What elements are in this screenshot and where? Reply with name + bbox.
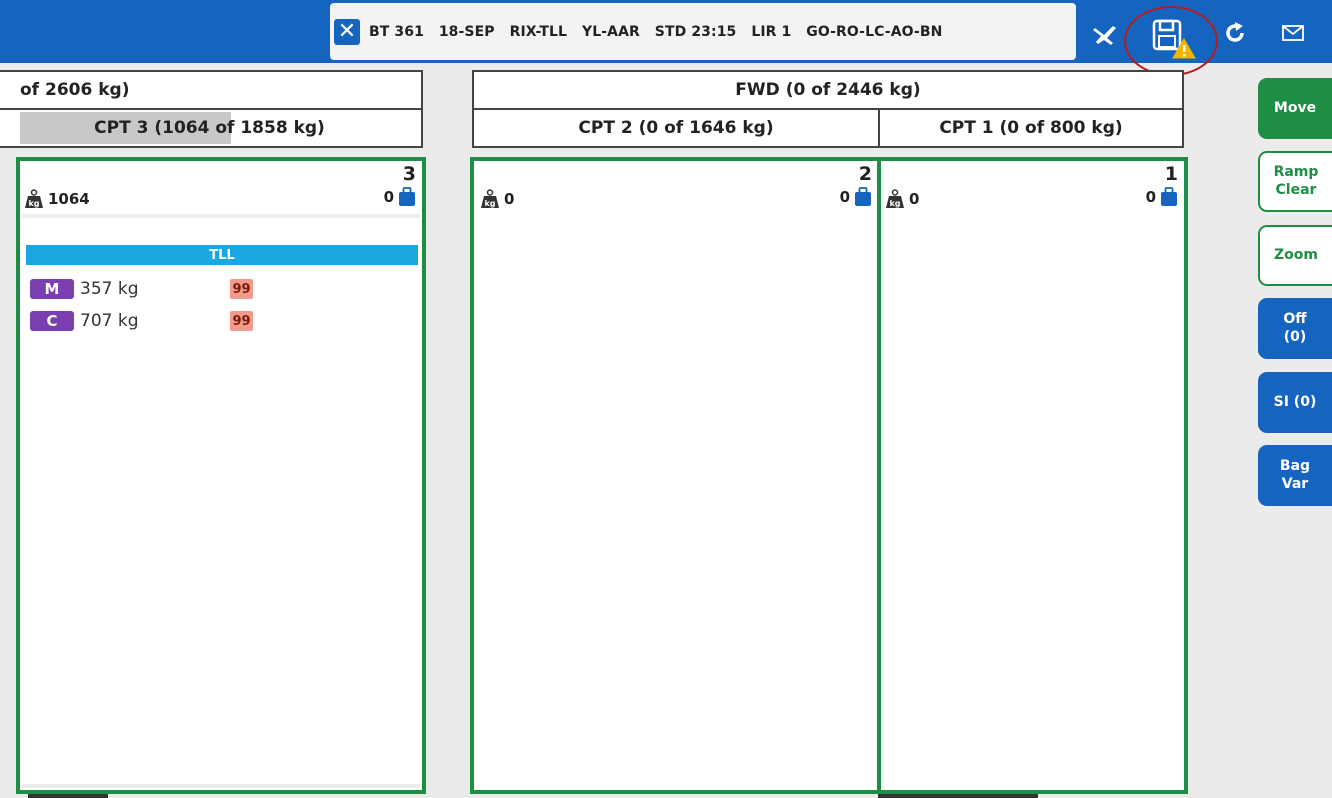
weight-icon: kg [481, 189, 499, 208]
svg-text:kg: kg [484, 199, 495, 208]
cpt1-header: CPT 1 (0 of 800 kg) [878, 108, 1184, 148]
zoom-button[interactable]: Zoom [1258, 225, 1332, 286]
bag-icon [399, 187, 415, 206]
off-label: Off (0) [1283, 311, 1307, 345]
bag-icon [855, 187, 871, 206]
cpt3-label: CPT 3 (1064 of 1858 kg) [94, 118, 325, 138]
weight-value: 1064 [48, 190, 90, 208]
compartment-weight: kg 0 [480, 189, 514, 209]
cpt3-header: CPT 3 (1064 of 1858 kg) [0, 108, 423, 148]
compartment-3[interactable]: 3 kg 1064 0 TLL M 357 kg 99 C 707 kg 99 [16, 157, 426, 794]
bag-count: 0 [383, 188, 394, 206]
load-type-badge: C [30, 311, 74, 331]
compartment-weight: kg 1064 [24, 189, 90, 209]
compartment-2[interactable]: 2 kg 0 0 [470, 157, 882, 794]
cpt2-header: CPT 2 (0 of 1646 kg) [472, 108, 880, 148]
load-row[interactable]: M 357 kg 99 [30, 277, 330, 301]
compartment-weight: kg 0 [885, 189, 919, 209]
compartment-bags: 0 [384, 187, 416, 207]
bottom-strip [28, 794, 108, 798]
pieces-badge: 99 [230, 311, 253, 331]
weight-value: 0 [909, 190, 920, 208]
bag-count: 0 [1145, 188, 1156, 206]
cpt2-label: CPT 2 (0 of 1646 kg) [578, 118, 774, 138]
divider [22, 214, 420, 218]
si-button[interactable]: SI (0) [1258, 372, 1332, 433]
load-type-badge: M [30, 279, 74, 299]
weight-icon: kg [886, 189, 904, 208]
bottom-divider [22, 784, 420, 788]
load-weight: 707 kg [80, 311, 139, 331]
destination-bar[interactable]: TLL [26, 245, 418, 265]
move-button[interactable]: Move [1258, 78, 1332, 139]
weight-icon: kg [25, 189, 43, 208]
flight-info-text: BT 361 18-SEP RIX-TLL YL-AAR STD 23:15 L… [369, 23, 943, 40]
bag-var-button[interactable]: Bag Var [1258, 445, 1332, 506]
svg-text:kg: kg [28, 199, 39, 208]
fwd-hold-header: FWD (0 of 2446 kg) [472, 70, 1184, 110]
pieces-badge: 99 [230, 279, 253, 299]
ramp-clear-button[interactable]: Ramp Clear [1258, 151, 1332, 212]
flight-info-box: ✕ BT 361 18-SEP RIX-TLL YL-AAR STD 23:15… [330, 3, 1076, 60]
bag-icon [1161, 187, 1177, 206]
load-row[interactable]: C 707 kg 99 [30, 309, 330, 333]
compartment-number: 3 [402, 163, 416, 185]
compartment-bags: 0 [1146, 187, 1178, 207]
refresh-icon[interactable] [1220, 18, 1250, 48]
svg-text:kg: kg [889, 199, 900, 208]
aft-hold-header: of 2606 kg) [0, 70, 423, 110]
bottom-strip [878, 794, 1038, 798]
aft-hold-label: of 2606 kg) [20, 80, 130, 100]
compartment-number: 2 [858, 163, 872, 185]
bag-count: 0 [839, 188, 850, 206]
compartment-number: 1 [1164, 163, 1178, 185]
cpt1-label: CPT 1 (0 of 800 kg) [939, 118, 1123, 138]
mail-icon[interactable] [1280, 22, 1306, 44]
compartment-bags: 0 [840, 187, 872, 207]
ramp-clear-label: Ramp Clear [1273, 164, 1319, 198]
off-button[interactable]: Off (0) [1258, 298, 1332, 359]
fwd-hold-label: FWD (0 of 2446 kg) [735, 80, 921, 100]
weight-value: 0 [504, 190, 515, 208]
aircraft-icon[interactable] [1088, 16, 1124, 50]
load-weight: 357 kg [80, 279, 139, 299]
bag-var-label: Bag Var [1279, 458, 1311, 492]
compartment-1[interactable]: 1 kg 0 0 [877, 157, 1188, 794]
close-icon[interactable]: ✕ [334, 18, 360, 45]
highlight-circle [1124, 6, 1218, 76]
